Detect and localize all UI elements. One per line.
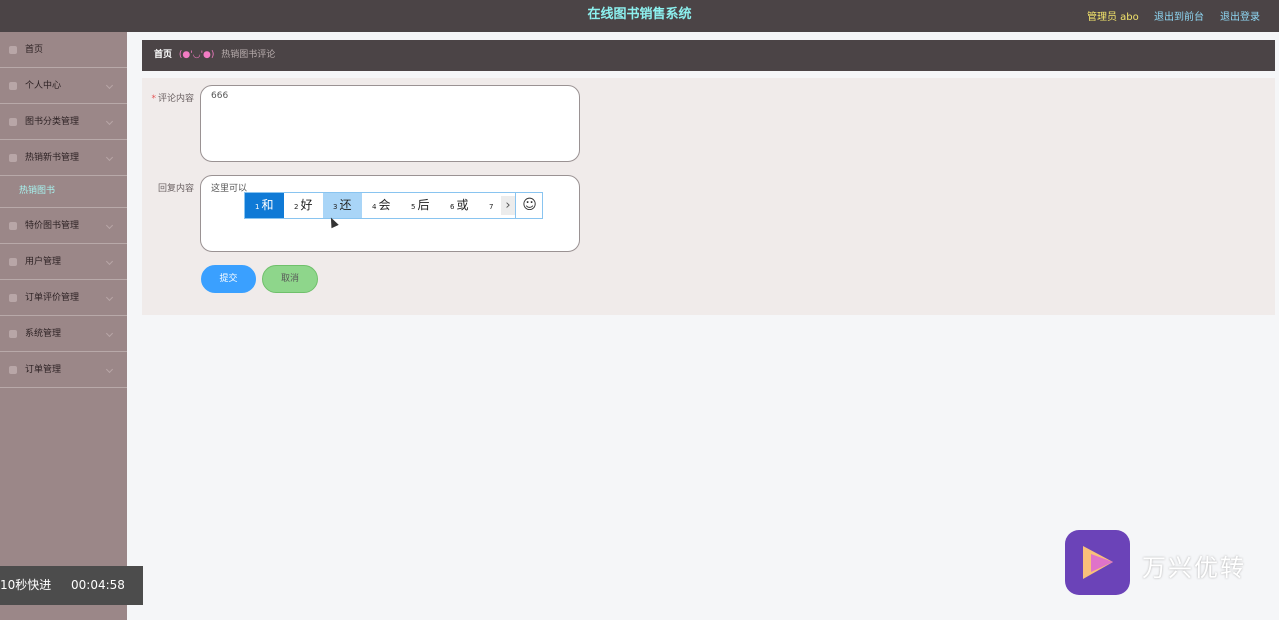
breadcrumb: 首页 (●'◡'●) 热销图书评论	[142, 40, 1275, 71]
logout-link[interactable]: 退出登录	[1220, 8, 1260, 23]
chevron-down-icon	[105, 293, 114, 302]
ime-candidate-num: 3	[333, 203, 338, 211]
sidebar-item-order-reviews[interactable]: 订单评价管理	[0, 280, 127, 316]
ime-candidate-num: 6	[450, 203, 455, 211]
sidebar-item-orders[interactable]: 订单管理	[0, 352, 127, 388]
ime-candidate-num: 2	[294, 203, 299, 211]
ime-candidate[interactable]: 6或	[440, 193, 479, 218]
comment-textarea[interactable]: 666	[200, 85, 580, 162]
chevron-down-icon	[105, 257, 114, 266]
sidebar-item-label: 系统管理	[25, 329, 62, 339]
ime-candidate[interactable]: 7很	[479, 193, 501, 218]
ime-candidate-text: 好	[300, 198, 313, 212]
breadcrumb-emoticon: (●'◡'●)	[178, 50, 215, 60]
chevron-down-icon	[105, 81, 114, 90]
ime-candidate-num: 5	[411, 203, 416, 211]
home-icon	[9, 46, 17, 54]
ime-candidate[interactable]: 2好	[284, 193, 323, 218]
user-icon	[9, 82, 17, 90]
category-icon	[9, 118, 17, 126]
users-icon	[9, 258, 17, 266]
sidebar-item-label: 个人中心	[25, 81, 62, 91]
submit-button[interactable]: 提交	[201, 265, 256, 293]
ime-candidate-num: 1	[255, 203, 260, 211]
ime-candidate-text: 会	[378, 198, 391, 212]
sidebar-item-label: 用户管理	[25, 257, 62, 267]
comment-label-text: 评论内容	[157, 94, 194, 104]
ime-candidate-num: 4	[372, 203, 377, 211]
ime-candidate[interactable]: 1和	[245, 193, 284, 218]
watermark-logo-icon	[1065, 530, 1130, 595]
required-mark: *	[151, 94, 156, 104]
chevron-down-icon	[105, 365, 114, 374]
tag-icon	[9, 222, 17, 230]
gear-icon	[9, 330, 17, 338]
video-overlay: 10秒快进 00:04:58	[0, 566, 143, 605]
sidebar-subitem-hot-books[interactable]: 热销图书	[0, 176, 127, 208]
fast-forward-label[interactable]: 10秒快进	[0, 566, 51, 605]
chevron-down-icon	[105, 153, 114, 162]
review-icon	[9, 294, 17, 302]
sidebar-item-label: 订单管理	[25, 365, 62, 375]
sidebar-item-label: 图书分类管理	[25, 117, 80, 127]
cancel-button[interactable]: 取消	[262, 265, 318, 293]
sidebar-item-system[interactable]: 系统管理	[0, 316, 127, 352]
sidebar-item-label: 订单评价管理	[25, 293, 80, 303]
sidebar-item-users[interactable]: 用户管理	[0, 244, 127, 280]
chevron-down-icon	[105, 221, 114, 230]
list-icon	[9, 366, 17, 374]
sidebar-item-profile[interactable]: 个人中心	[0, 68, 127, 104]
ime-candidate[interactable]: 3还	[323, 193, 362, 218]
sidebar-item-special-books[interactable]: 特价图书管理	[0, 208, 127, 244]
breadcrumb-home[interactable]: 首页	[154, 50, 172, 60]
ime-candidate-bar: 1和 2好 3还 4会 5后 6或 7很 › ☺	[244, 192, 543, 219]
playback-time: 00:04:58	[71, 578, 125, 592]
ime-candidate-text: 后	[417, 198, 430, 212]
top-bar: 在线图书销售系统 管理员 abo 退出到前台 退出登录	[0, 0, 1279, 32]
ime-candidate-num: 7	[489, 203, 494, 211]
reply-label: 回复内容	[157, 184, 194, 194]
chevron-right-icon[interactable]: ›	[501, 196, 515, 215]
current-user: 管理员 abo	[1087, 12, 1139, 23]
watermark-text: 万兴优转	[1142, 554, 1246, 582]
chevron-down-icon	[105, 117, 114, 126]
ime-candidate[interactable]: 4会	[362, 193, 401, 218]
breadcrumb-current: 热销图书评论	[221, 50, 276, 60]
front-link[interactable]: 退出到前台	[1154, 8, 1204, 23]
sidebar-item-home[interactable]: 首页	[0, 32, 127, 68]
sidebar: 首页 个人中心 图书分类管理 热销新书管理 热销图书 特价图书管理 用户管理 订…	[0, 32, 127, 620]
sidebar-item-label: 首页	[25, 45, 44, 55]
play-icon	[1083, 546, 1113, 579]
sidebar-item-book-category[interactable]: 图书分类管理	[0, 104, 127, 140]
sidebar-item-label: 热销新书管理	[25, 153, 80, 163]
comment-label: * 评论内容	[142, 91, 194, 104]
sidebar-item-hot-books[interactable]: 热销新书管理	[0, 140, 127, 176]
sidebar-item-label: 特价图书管理	[25, 221, 80, 231]
chevron-down-icon	[105, 329, 114, 338]
ime-candidate[interactable]: 5后	[401, 193, 440, 218]
ime-candidate-text: 和	[261, 198, 274, 212]
ime-candidate-text: 还	[339, 198, 352, 212]
emoji-icon[interactable]: ☺	[515, 193, 543, 218]
book-icon	[9, 154, 17, 162]
ime-candidate-text: 或	[456, 198, 469, 212]
